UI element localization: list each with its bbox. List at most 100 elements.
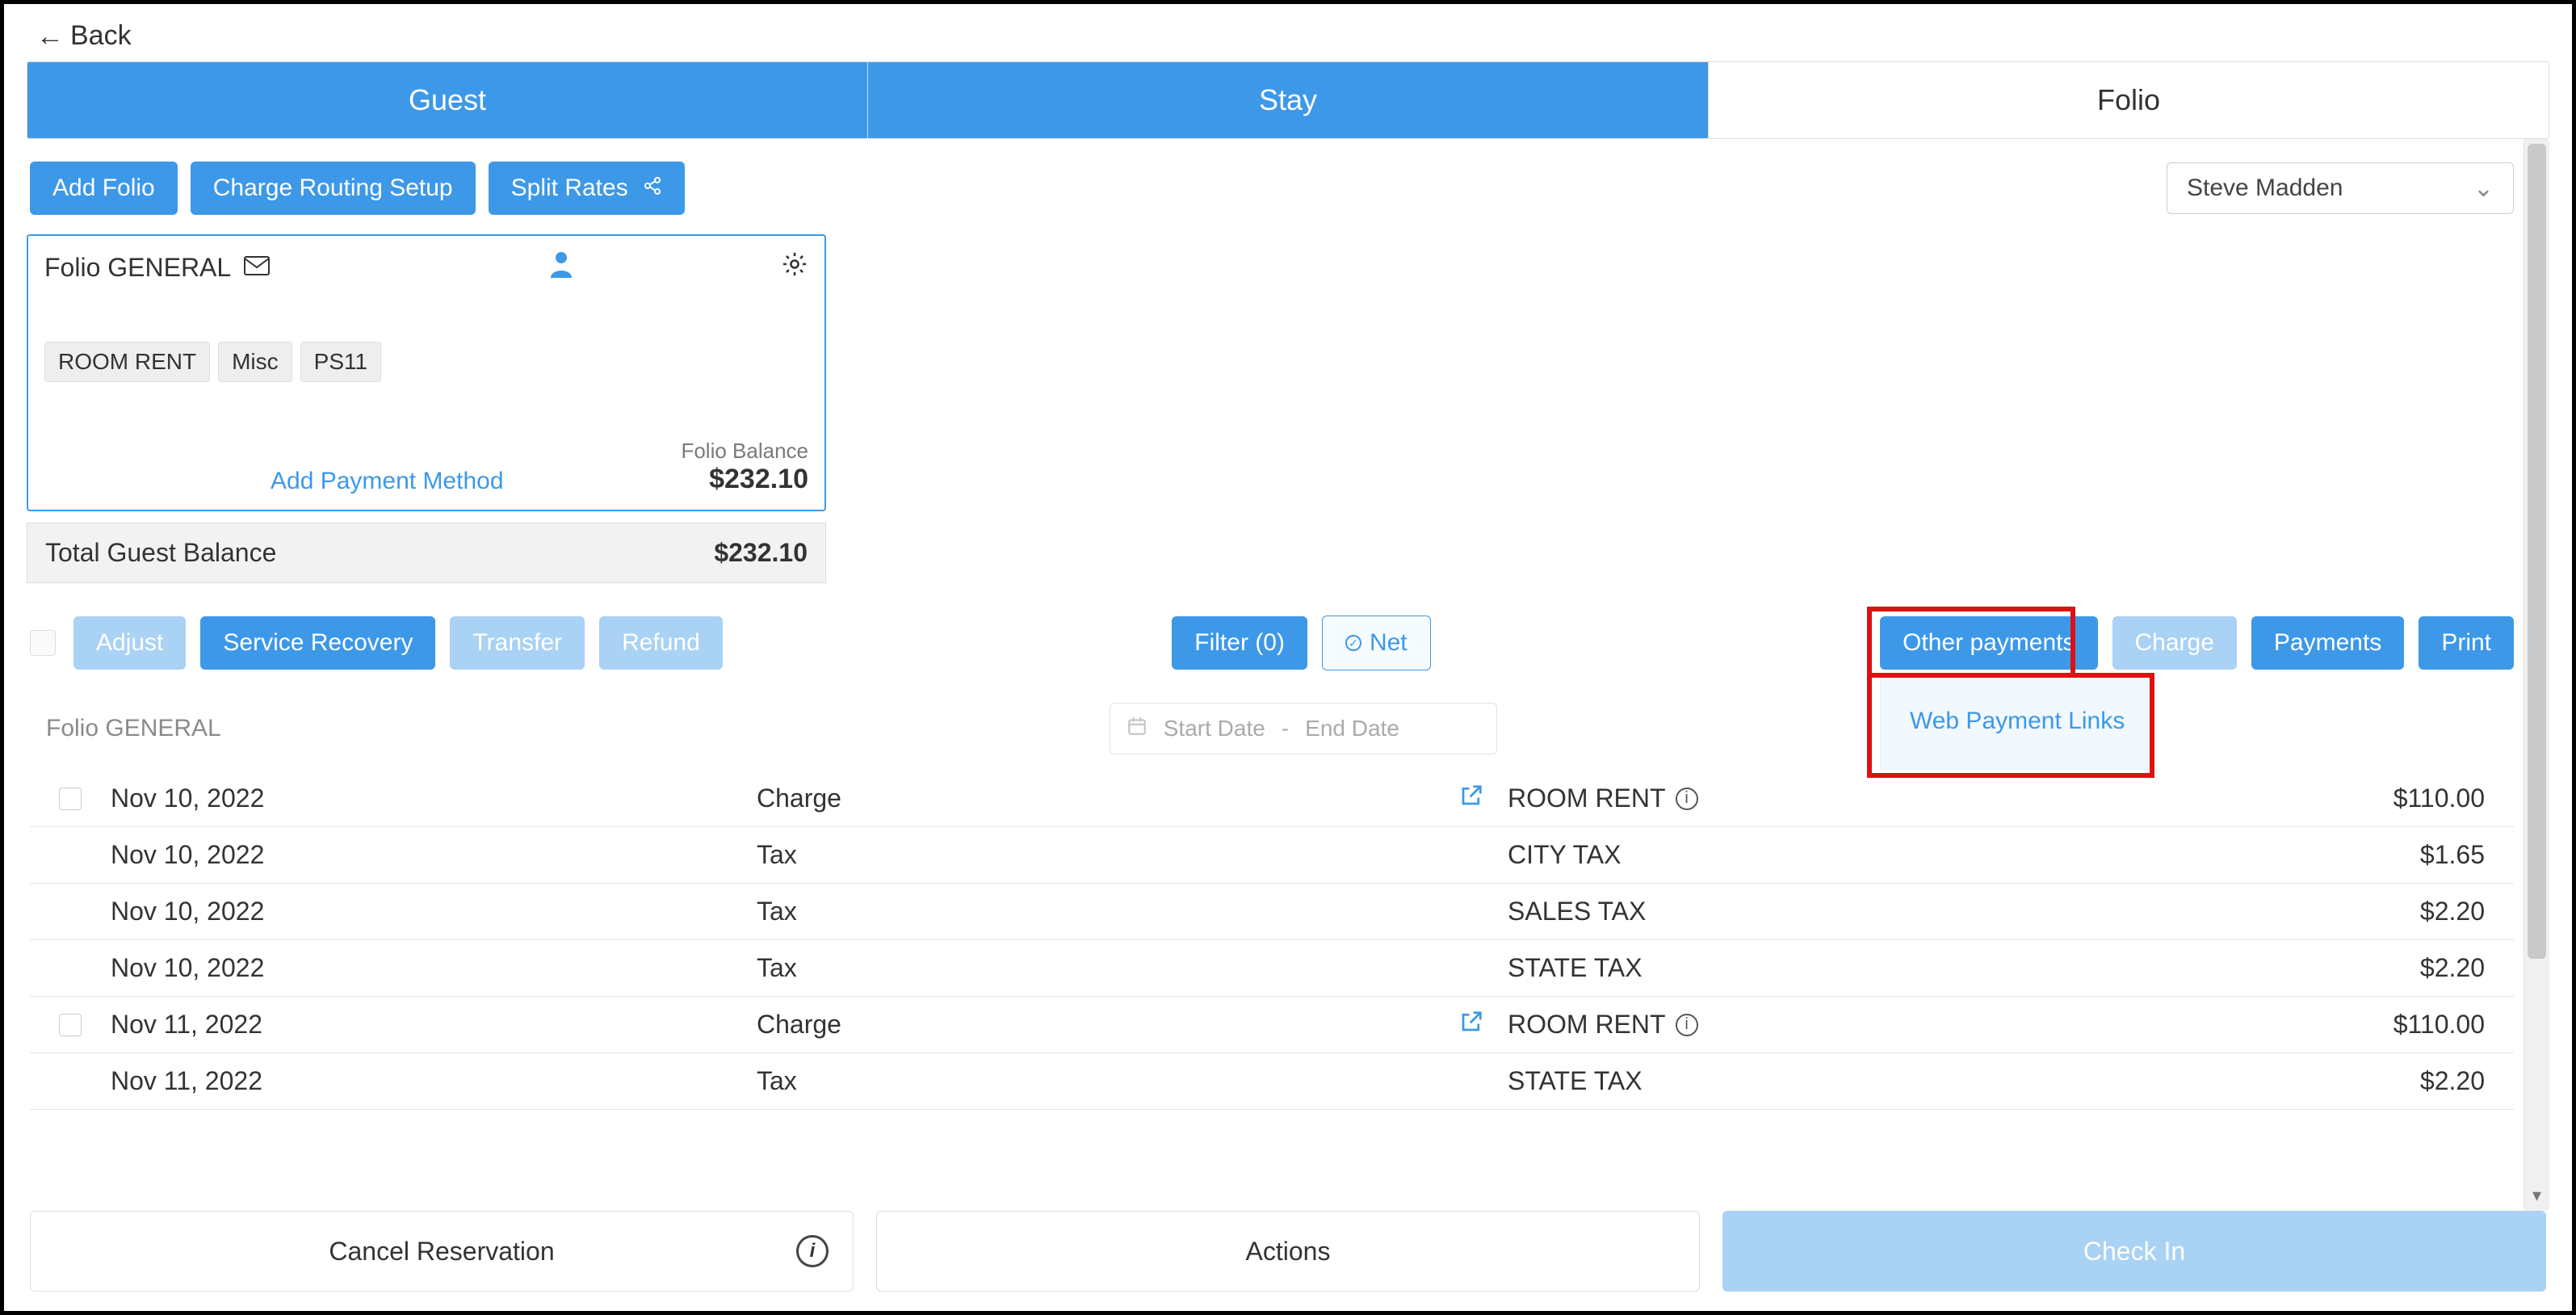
row-checkbox-cell [30,1014,111,1036]
table-row: Nov 10, 2022Charge ROOM RENTi$110.00 [30,771,2514,827]
back-label: Back [70,20,132,52]
folio-balance-amount: $232.10 [681,464,808,495]
chevron-down-icon: ⌄ [2473,174,2494,203]
folio-toolbar: Add Folio Charge Routing Setup Split Rat… [27,162,2517,215]
refund-button[interactable]: Refund [599,616,723,670]
info-icon[interactable]: i [1676,788,1698,810]
actions-label: Actions [1246,1237,1331,1267]
row-amount: $2.20 [2138,953,2514,983]
main-tabs: Guest Stay Folio [27,61,2549,139]
row-description: SALES TAX [1508,897,2138,926]
guest-select[interactable]: Steve Madden ⌄ [2167,162,2514,214]
info-icon[interactable]: i [1676,1014,1698,1036]
row-description-text: ROOM RENT [1508,1010,1666,1040]
check-in-button[interactable]: Check In [1722,1211,2546,1292]
row-date: Nov 10, 2022 [111,897,757,926]
print-button[interactable]: Print [2419,616,2514,670]
charge-button[interactable]: Charge [2112,616,2237,670]
table-row: Nov 10, 2022TaxSTATE TAX$2.20 [30,940,2514,997]
tab-stay[interactable]: Stay [868,62,1709,138]
transaction-rows: Nov 10, 2022ChargeROOM RENTi$110.00Nov 1… [30,771,2514,1110]
other-payments-button[interactable]: Other payments [1880,616,2097,670]
footer-actions: Cancel Reservation i Actions Check In [27,1211,2549,1295]
folio-balance-block: Folio Balance $232.10 [681,439,808,495]
net-toggle[interactable]: ✓ Net [1322,615,1431,670]
split-rates-button[interactable]: Split Rates [489,162,685,215]
filter-button[interactable]: Filter (0) [1172,616,1307,670]
add-payment-method-link[interactable]: Add Payment Method [271,468,504,495]
row-checkbox[interactable] [59,788,82,810]
row-type: Tax [757,1066,1459,1096]
scrollbar-thumb[interactable] [2528,144,2546,959]
total-guest-balance-label: Total Guest Balance [45,538,276,568]
tab-folio[interactable]: Folio [1709,62,2549,138]
row-description-text: SALES TAX [1508,897,1646,926]
folio-chips: ROOM RENT Misc PS11 [44,342,808,382]
check-in-label: Check In [2083,1237,2185,1267]
calendar-icon [1126,716,1147,742]
row-type: Tax [757,897,1459,926]
table-row: Nov 10, 2022Tax CITY TAX$1.65 [30,827,2514,884]
share-icon [643,174,662,202]
right-action-buttons: Other payments Web Payment Links Charge … [1880,616,2514,670]
folio-balance-label: Folio Balance [681,439,808,464]
folio-action-row: Adjust Service Recovery Transfer Refund … [27,615,2517,670]
row-amount: $2.20 [2138,1066,2514,1096]
row-description: STATE TAX [1508,1066,2138,1096]
guest-select-value: Steve Madden [2187,174,2343,202]
row-checkbox[interactable] [59,1014,82,1036]
row-date: Nov 10, 2022 [111,784,757,813]
add-folio-button[interactable]: Add Folio [30,162,178,215]
check-circle-icon: ✓ [1345,635,1361,651]
row-amount: $1.65 [2138,840,2514,870]
web-payment-links-option[interactable]: Web Payment Links [1910,708,2125,735]
edit-icon[interactable] [1459,784,1508,814]
chip-ps11[interactable]: PS11 [300,342,381,382]
table-row: Nov 10, 2022Tax SALES TAX $2.20 [30,884,2514,940]
chip-misc[interactable]: Misc [218,342,292,382]
net-label: Net [1370,629,1408,657]
select-all-checkbox[interactable] [30,630,56,656]
row-type: Charge [757,784,1459,813]
listing-title: Folio GENERAL [46,715,221,742]
transfer-button[interactable]: Transfer [450,616,585,670]
actions-button[interactable]: Actions [876,1211,1700,1292]
row-description: CITY TAX [1508,840,2138,870]
adjust-button[interactable]: Adjust [73,616,186,670]
row-type: Tax [757,840,1459,870]
table-row: Nov 11, 2022Tax STATE TAX $2.20 [30,1053,2514,1110]
row-type: Charge [757,1010,1459,1040]
row-date: Nov 10, 2022 [111,840,757,870]
row-type: Tax [757,953,1459,983]
scroll-down-icon[interactable]: ▾ [2524,1185,2549,1206]
row-date: Nov 11, 2022 [111,1066,757,1096]
row-amount: $2.20 [2138,897,2514,926]
date-range-picker[interactable]: Start Date - End Date [1110,703,1497,754]
date-separator: - [1282,716,1289,742]
person-icon[interactable] [549,250,573,285]
total-guest-balance: Total Guest Balance $232.10 [27,523,826,583]
payments-button[interactable]: Payments [2251,616,2404,670]
edit-icon[interactable] [1459,1010,1508,1040]
start-date-placeholder: Start Date [1164,716,1265,742]
gear-icon[interactable] [781,250,808,285]
row-description: ROOM RENTi [1508,784,2138,813]
row-description-text: STATE TAX [1508,953,1643,983]
row-checkbox-cell [30,788,111,810]
split-rates-label: Split Rates [511,174,628,201]
cancel-reservation-button[interactable]: Cancel Reservation i [30,1211,854,1292]
other-payments-dropdown: Web Payment Links [1880,673,2154,770]
folio-card: Folio GENERAL [27,234,826,511]
envelope-icon[interactable] [244,255,270,281]
back-link[interactable]: ← Back [27,20,2549,52]
tab-guest[interactable]: Guest [27,62,868,138]
info-icon[interactable]: i [796,1235,829,1267]
folio-card-title: Folio GENERAL [44,253,231,283]
charge-routing-button[interactable]: Charge Routing Setup [191,162,476,215]
row-description-text: STATE TAX [1508,1066,1643,1096]
row-amount: $110.00 [2138,784,2514,813]
chip-room-rent[interactable]: ROOM RENT [44,342,210,382]
vertical-scrollbar[interactable]: ▾ [2524,139,2549,1211]
service-recovery-button[interactable]: Service Recovery [200,616,435,670]
arrow-left-icon: ← [36,23,64,50]
